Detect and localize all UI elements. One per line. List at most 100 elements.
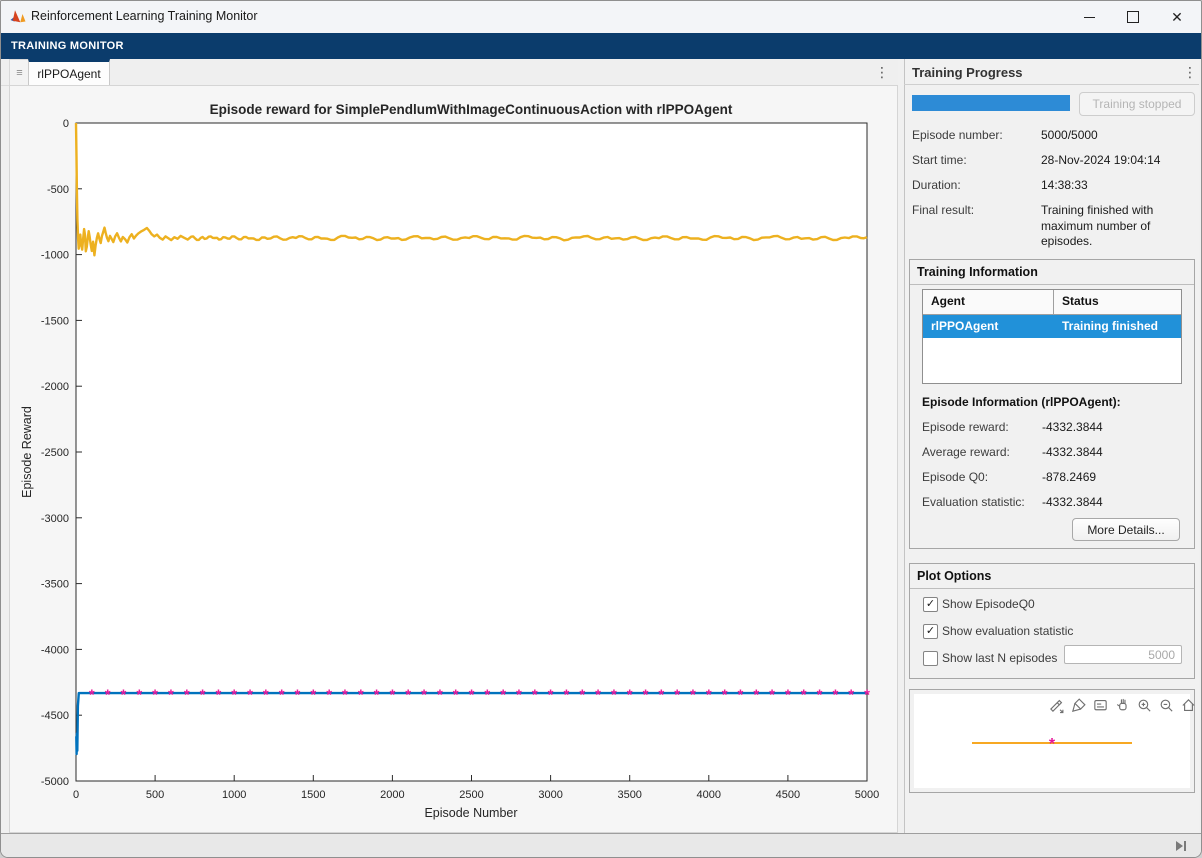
evaluation-marker: *: [674, 687, 680, 704]
evaluation-marker: *: [279, 687, 285, 704]
status-bar: [1, 833, 1201, 857]
checkbox-label: Show EpisodeQ0: [942, 597, 1035, 611]
evaluation-marker: *: [484, 687, 490, 704]
stat-value: -878.2469: [1042, 470, 1096, 484]
evaluation-marker: *: [342, 687, 348, 704]
evaluation-marker: *: [548, 687, 554, 704]
training-progress-bar: [912, 95, 1070, 111]
progress-fill: [912, 95, 1070, 111]
cell-status: Training finished: [1054, 315, 1181, 338]
show-last-n-episodes-checkbox[interactable]: [923, 651, 938, 666]
evaluation-marker: *: [722, 687, 728, 704]
evaluation-marker: *: [785, 687, 791, 704]
evaluation-marker: *: [358, 687, 364, 704]
svg-text:-2500: -2500: [41, 447, 69, 459]
tab-label: rlPPOAgent: [37, 67, 100, 81]
table-header-row: Agent Status: [923, 290, 1181, 315]
evaluation-marker: *: [326, 687, 332, 704]
show-evaluation-statistic-checkbox[interactable]: ✓: [923, 624, 938, 639]
more-details-button[interactable]: More Details...: [1072, 518, 1180, 541]
show-episodeq0-checkbox[interactable]: ✓: [923, 597, 938, 612]
expand-toolstrip-icon[interactable]: [1173, 838, 1189, 854]
agent-status-table[interactable]: Agent Status rlPPOAgent Training finishe…: [922, 289, 1182, 384]
field-value: 28-Nov-2024 19:04:14: [1041, 153, 1160, 167]
svg-text:4500: 4500: [776, 789, 800, 801]
evaluation-marker: *: [168, 687, 174, 704]
svg-text:4000: 4000: [697, 789, 721, 801]
evaluation-marker: *: [263, 687, 269, 704]
divider: [910, 284, 1194, 285]
evaluation-marker: *: [374, 687, 380, 704]
field-value: Training finished with maximum number of…: [1041, 203, 1193, 250]
svg-text:1500: 1500: [301, 789, 325, 801]
evaluation-marker: *: [801, 687, 807, 704]
field-value: 5000/5000: [1041, 128, 1098, 142]
evaluation-marker: *: [579, 687, 585, 704]
close-button[interactable]: ✕: [1155, 1, 1199, 33]
field-label: Start time:: [912, 153, 967, 167]
window-title: Reinforcement Learning Training Monitor: [31, 9, 258, 23]
svg-text:-3500: -3500: [41, 579, 69, 591]
panel-options-menu-icon[interactable]: ⋮: [1183, 65, 1197, 79]
document-tab-bar: [1, 59, 898, 86]
evaluation-marker: *: [469, 687, 475, 704]
episode-info-title: Episode Information (rlPPOAgent):: [922, 395, 1121, 409]
title-bar: Reinforcement Learning Training Monitor …: [1, 1, 1201, 33]
evaluation-marker: *: [152, 687, 158, 704]
evaluation-marker: *: [864, 687, 870, 704]
evaluation-marker: *: [769, 687, 775, 704]
episode-reward-chart[interactable]: Episode reward for SimplePendlumWithImag…: [9, 85, 898, 833]
svg-text:1000: 1000: [222, 789, 246, 801]
training-stopped-button[interactable]: Training stopped: [1079, 92, 1195, 116]
evaluation-marker: *: [563, 687, 569, 704]
stat-value: -4332.3844: [1042, 495, 1103, 509]
maximize-button[interactable]: [1111, 1, 1155, 33]
field-value: 14:38:33: [1041, 178, 1088, 192]
divider: [910, 588, 1194, 589]
svg-text:-1000: -1000: [41, 250, 69, 262]
col-header-status: Status: [1054, 290, 1181, 314]
tab-options-menu-icon[interactable]: ⋮: [875, 65, 889, 79]
evaluation-marker: *: [627, 687, 633, 704]
svg-text:-4000: -4000: [41, 644, 69, 656]
evaluation-marker: *: [437, 687, 443, 704]
evaluation-marker: *: [310, 687, 316, 704]
ribbon-tab-training-monitor[interactable]: TRAINING MONITOR: [11, 40, 124, 52]
n-episodes-input[interactable]: [1064, 645, 1182, 664]
evaluation-marker: *: [295, 687, 301, 704]
evaluation-marker: *: [405, 687, 411, 704]
evaluation-marker: *: [738, 687, 744, 704]
col-header-agent: Agent: [923, 290, 1054, 314]
chart-xlabel: Episode Number: [424, 806, 517, 820]
svg-text:2500: 2500: [459, 789, 483, 801]
svg-text:5000: 5000: [855, 789, 879, 801]
tab-rlppoagent[interactable]: rlPPOAgent: [28, 59, 110, 85]
mini-plot-canvas: *: [914, 694, 1190, 788]
evaluation-marker: *: [105, 687, 111, 704]
svg-text:-4500: -4500: [41, 710, 69, 722]
more-details-label: More Details...: [1087, 523, 1164, 537]
evaluation-marker: *: [215, 687, 221, 704]
evaluation-marker: *: [89, 687, 95, 704]
minimize-button[interactable]: [1067, 1, 1111, 33]
evaluation-marker: *: [690, 687, 696, 704]
matlab-logo-icon: [9, 8, 27, 26]
cell-agent: rlPPOAgent: [923, 315, 1054, 338]
chart-title: Episode reward for SimplePendlumWithImag…: [210, 102, 733, 117]
tab-list-icon[interactable]: ≡: [9, 59, 30, 87]
evaluation-marker: *: [832, 687, 838, 704]
svg-text:-5000: -5000: [41, 776, 69, 788]
app-window: Reinforcement Learning Training Monitor …: [0, 0, 1202, 858]
mini-eval-marker: *: [1049, 736, 1056, 753]
table-row[interactable]: rlPPOAgent Training finished: [923, 315, 1181, 338]
evaluation-marker: *: [532, 687, 538, 704]
maximize-icon: [1127, 11, 1139, 23]
svg-text:-2000: -2000: [41, 381, 69, 393]
evaluation-marker: *: [817, 687, 823, 704]
section-title: Plot Options: [917, 569, 991, 583]
evaluation-marker: *: [453, 687, 459, 704]
evaluation-marker: *: [136, 687, 142, 704]
stat-value: -4332.3844: [1042, 445, 1103, 459]
stat-label: Evaluation statistic:: [922, 495, 1025, 509]
evaluation-marker: *: [643, 687, 649, 704]
